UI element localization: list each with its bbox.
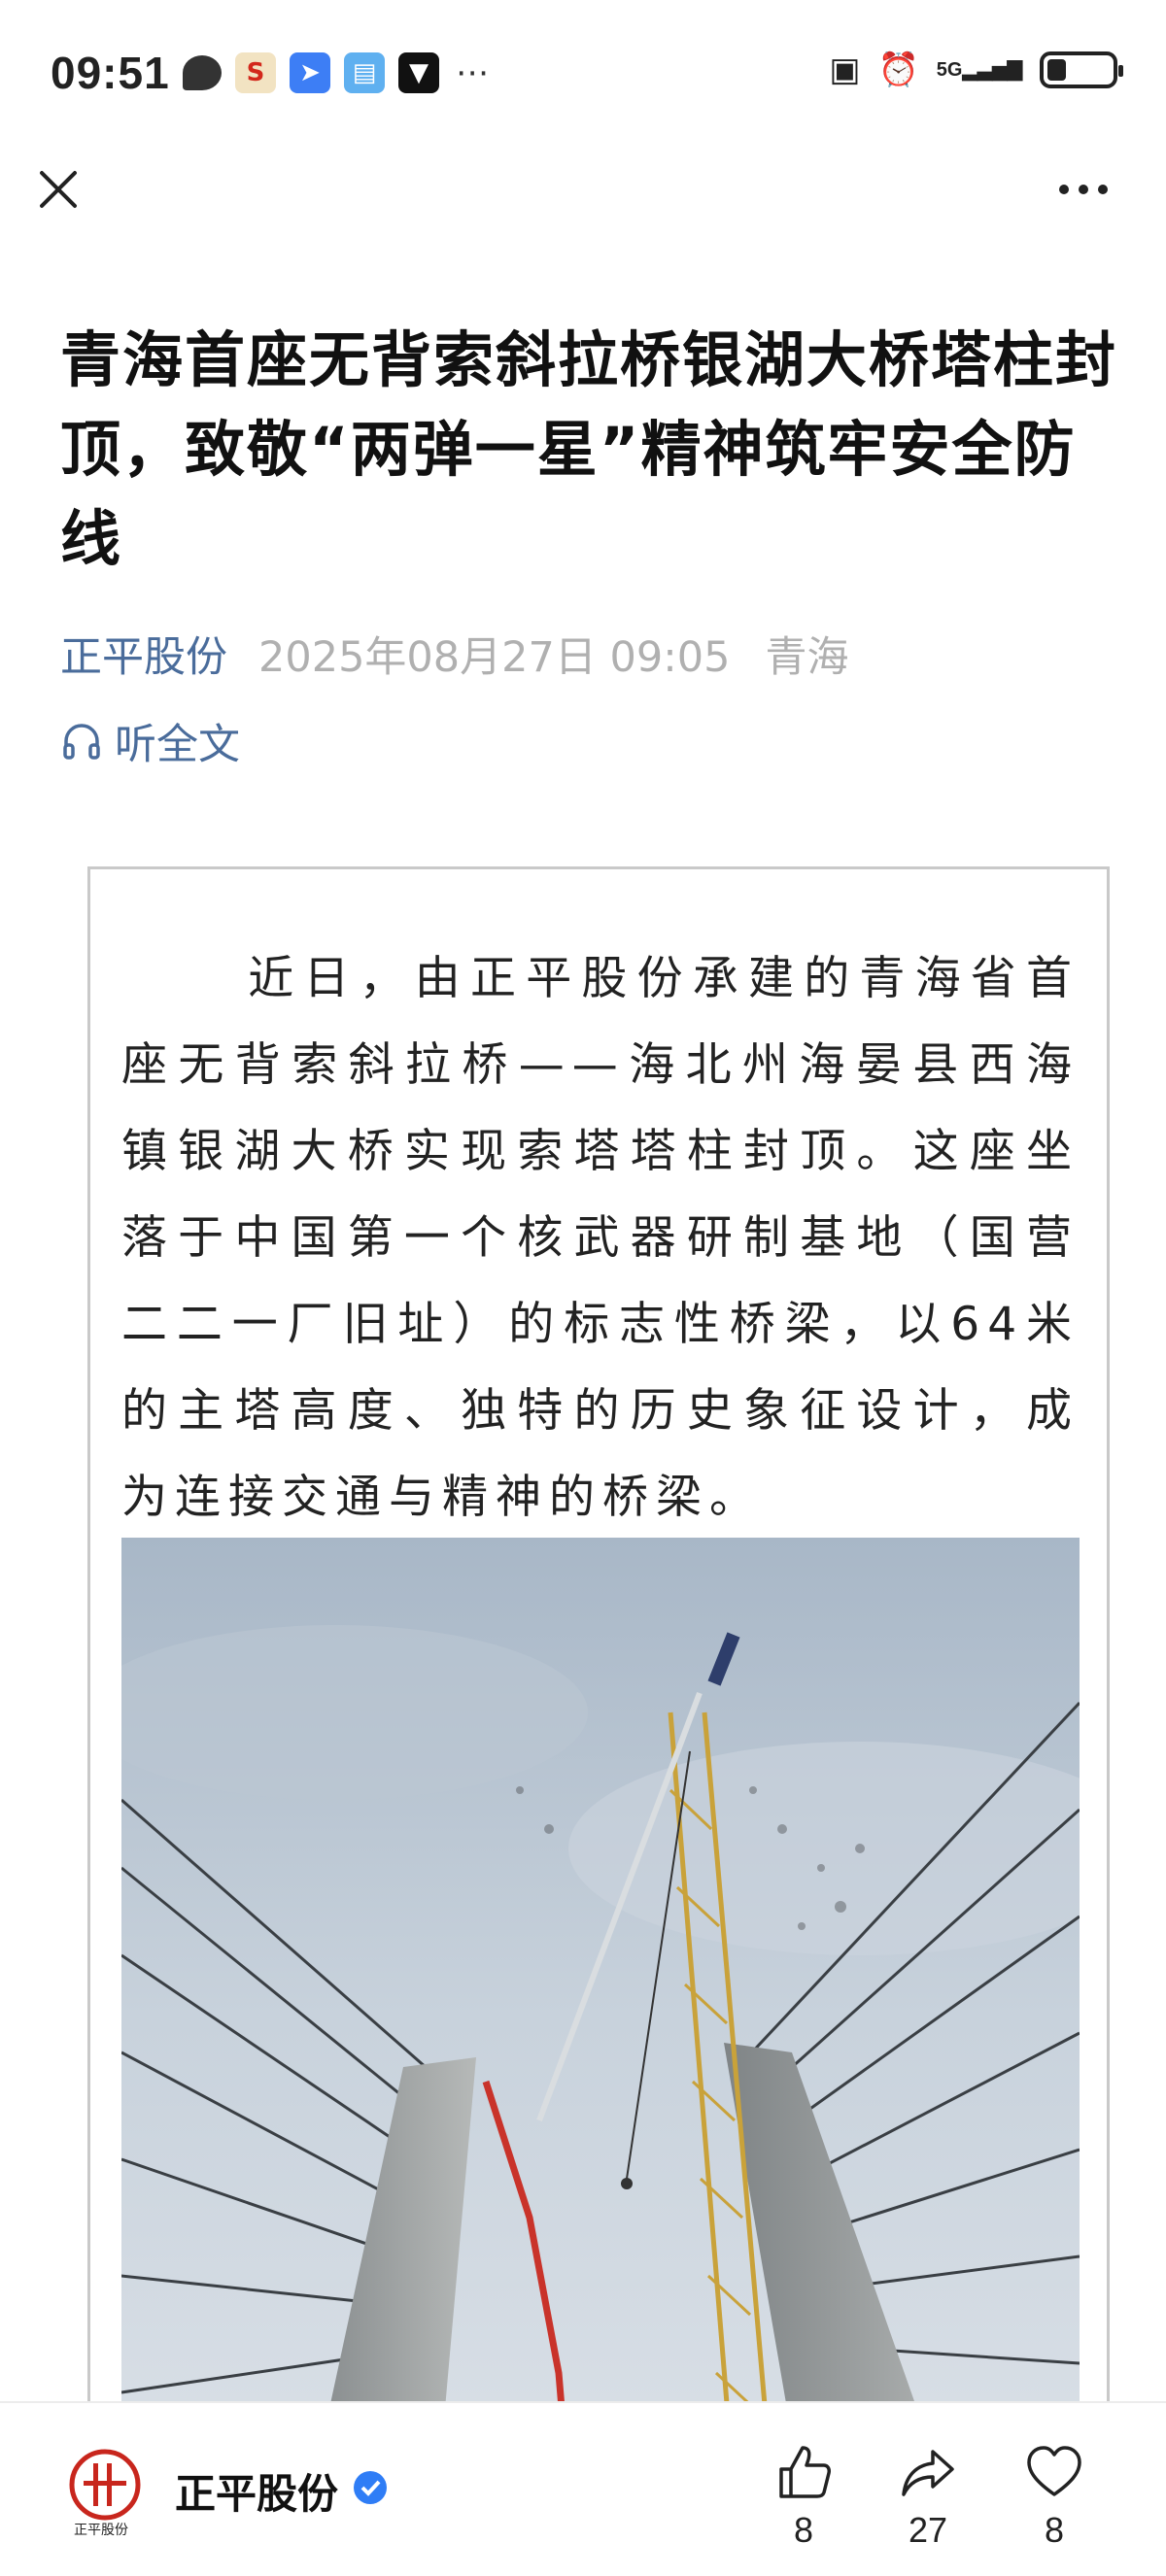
article-paragraph-text: 近日，由正平股份承建的青海省首座无背索斜拉桥——海北州海晏县西海镇银湖大桥实现索… <box>121 952 1080 1524</box>
share-icon <box>902 2450 954 2496</box>
video-app-icon: ▼ <box>398 52 439 93</box>
message-icon <box>183 55 222 90</box>
status-time: 09:51 <box>51 48 170 98</box>
like-button[interactable]: 8 <box>760 2442 847 2551</box>
listen-label: 听全文 <box>115 721 240 769</box>
article-meta: 正平股份 2025年08月27日 09:05 青海 <box>60 624 848 684</box>
account-logo[interactable] <box>68 2448 142 2522</box>
article-paragraph: 近日，由正平股份承建的青海省首座无背索斜拉桥——海北州海晏县西海镇银湖大桥实现索… <box>121 935 1080 1541</box>
more-icon[interactable] <box>1059 175 1117 204</box>
signal-icon: 5G▂▃▅▇ <box>936 59 1022 81</box>
reader-app-icon: ▤ <box>344 52 385 93</box>
battery-level <box>1047 59 1066 81</box>
share-count: 27 <box>908 2510 948 2550</box>
system-icons: ▣ ⏰ 5G▂▃▅▇ <box>829 51 1123 89</box>
account-name[interactable]: 正平股份 <box>175 2461 338 2521</box>
publish-date: 2025年08月27日 09:05 <box>258 633 731 682</box>
status-bar: 09:51 S ➤ ▤ ▼ ⋯ ▣ ⏰ 5G▂▃▅▇ <box>0 0 1166 146</box>
signal-label: 5G <box>936 59 963 81</box>
more-notifications-icon: ⋯ <box>456 53 489 92</box>
article-content: 近日，由正平股份承建的青海省首座无背索斜拉桥——海北州海晏县西海镇银湖大桥实现索… <box>87 866 1110 2576</box>
region-label: 青海 <box>765 633 849 682</box>
logo-caption: 正平股份 <box>74 2523 128 2538</box>
listen-button[interactable]: 听全文 <box>60 711 240 771</box>
news-app-icon: S <box>235 52 276 93</box>
nfc-icon: ▣ <box>829 51 861 89</box>
thumbs-up-icon <box>779 2446 831 2498</box>
favorite-button[interactable]: 8 <box>1011 2442 1098 2551</box>
battery-icon <box>1040 51 1123 88</box>
share-button[interactable]: 27 <box>884 2442 972 2551</box>
headphones-icon <box>63 724 100 760</box>
notification-icons: S ➤ ▤ ▼ ⋯ <box>183 52 492 93</box>
verified-icon <box>354 2471 387 2504</box>
navigation-app-icon: ➤ <box>290 52 330 93</box>
bottom-bar: 正平股份 正平股份 8 27 8 <box>0 2401 1166 2576</box>
like-count: 8 <box>793 2510 814 2550</box>
heart-icon <box>1027 2446 1081 2496</box>
favorite-count: 8 <box>1044 2510 1065 2550</box>
article-title: 青海首座无背索斜拉桥银湖大桥塔柱封顶，致敬“两弹一星”精神筑牢安全防线 <box>60 324 1118 574</box>
close-icon[interactable] <box>29 160 87 219</box>
alarm-icon: ⏰ <box>877 51 919 89</box>
source-link[interactable]: 正平股份 <box>60 624 227 684</box>
